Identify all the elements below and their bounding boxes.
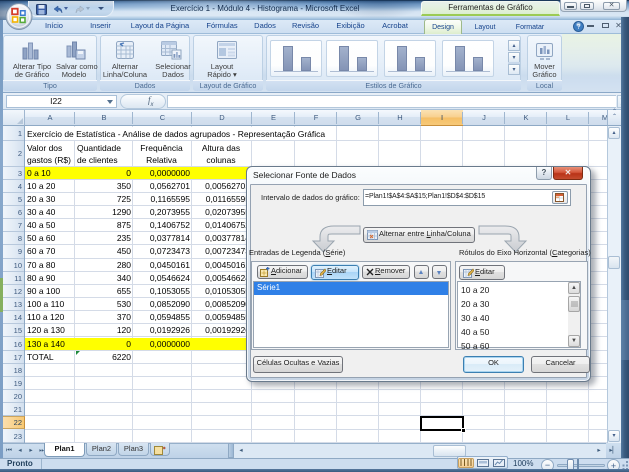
svg-text:?: ? — [577, 24, 581, 31]
